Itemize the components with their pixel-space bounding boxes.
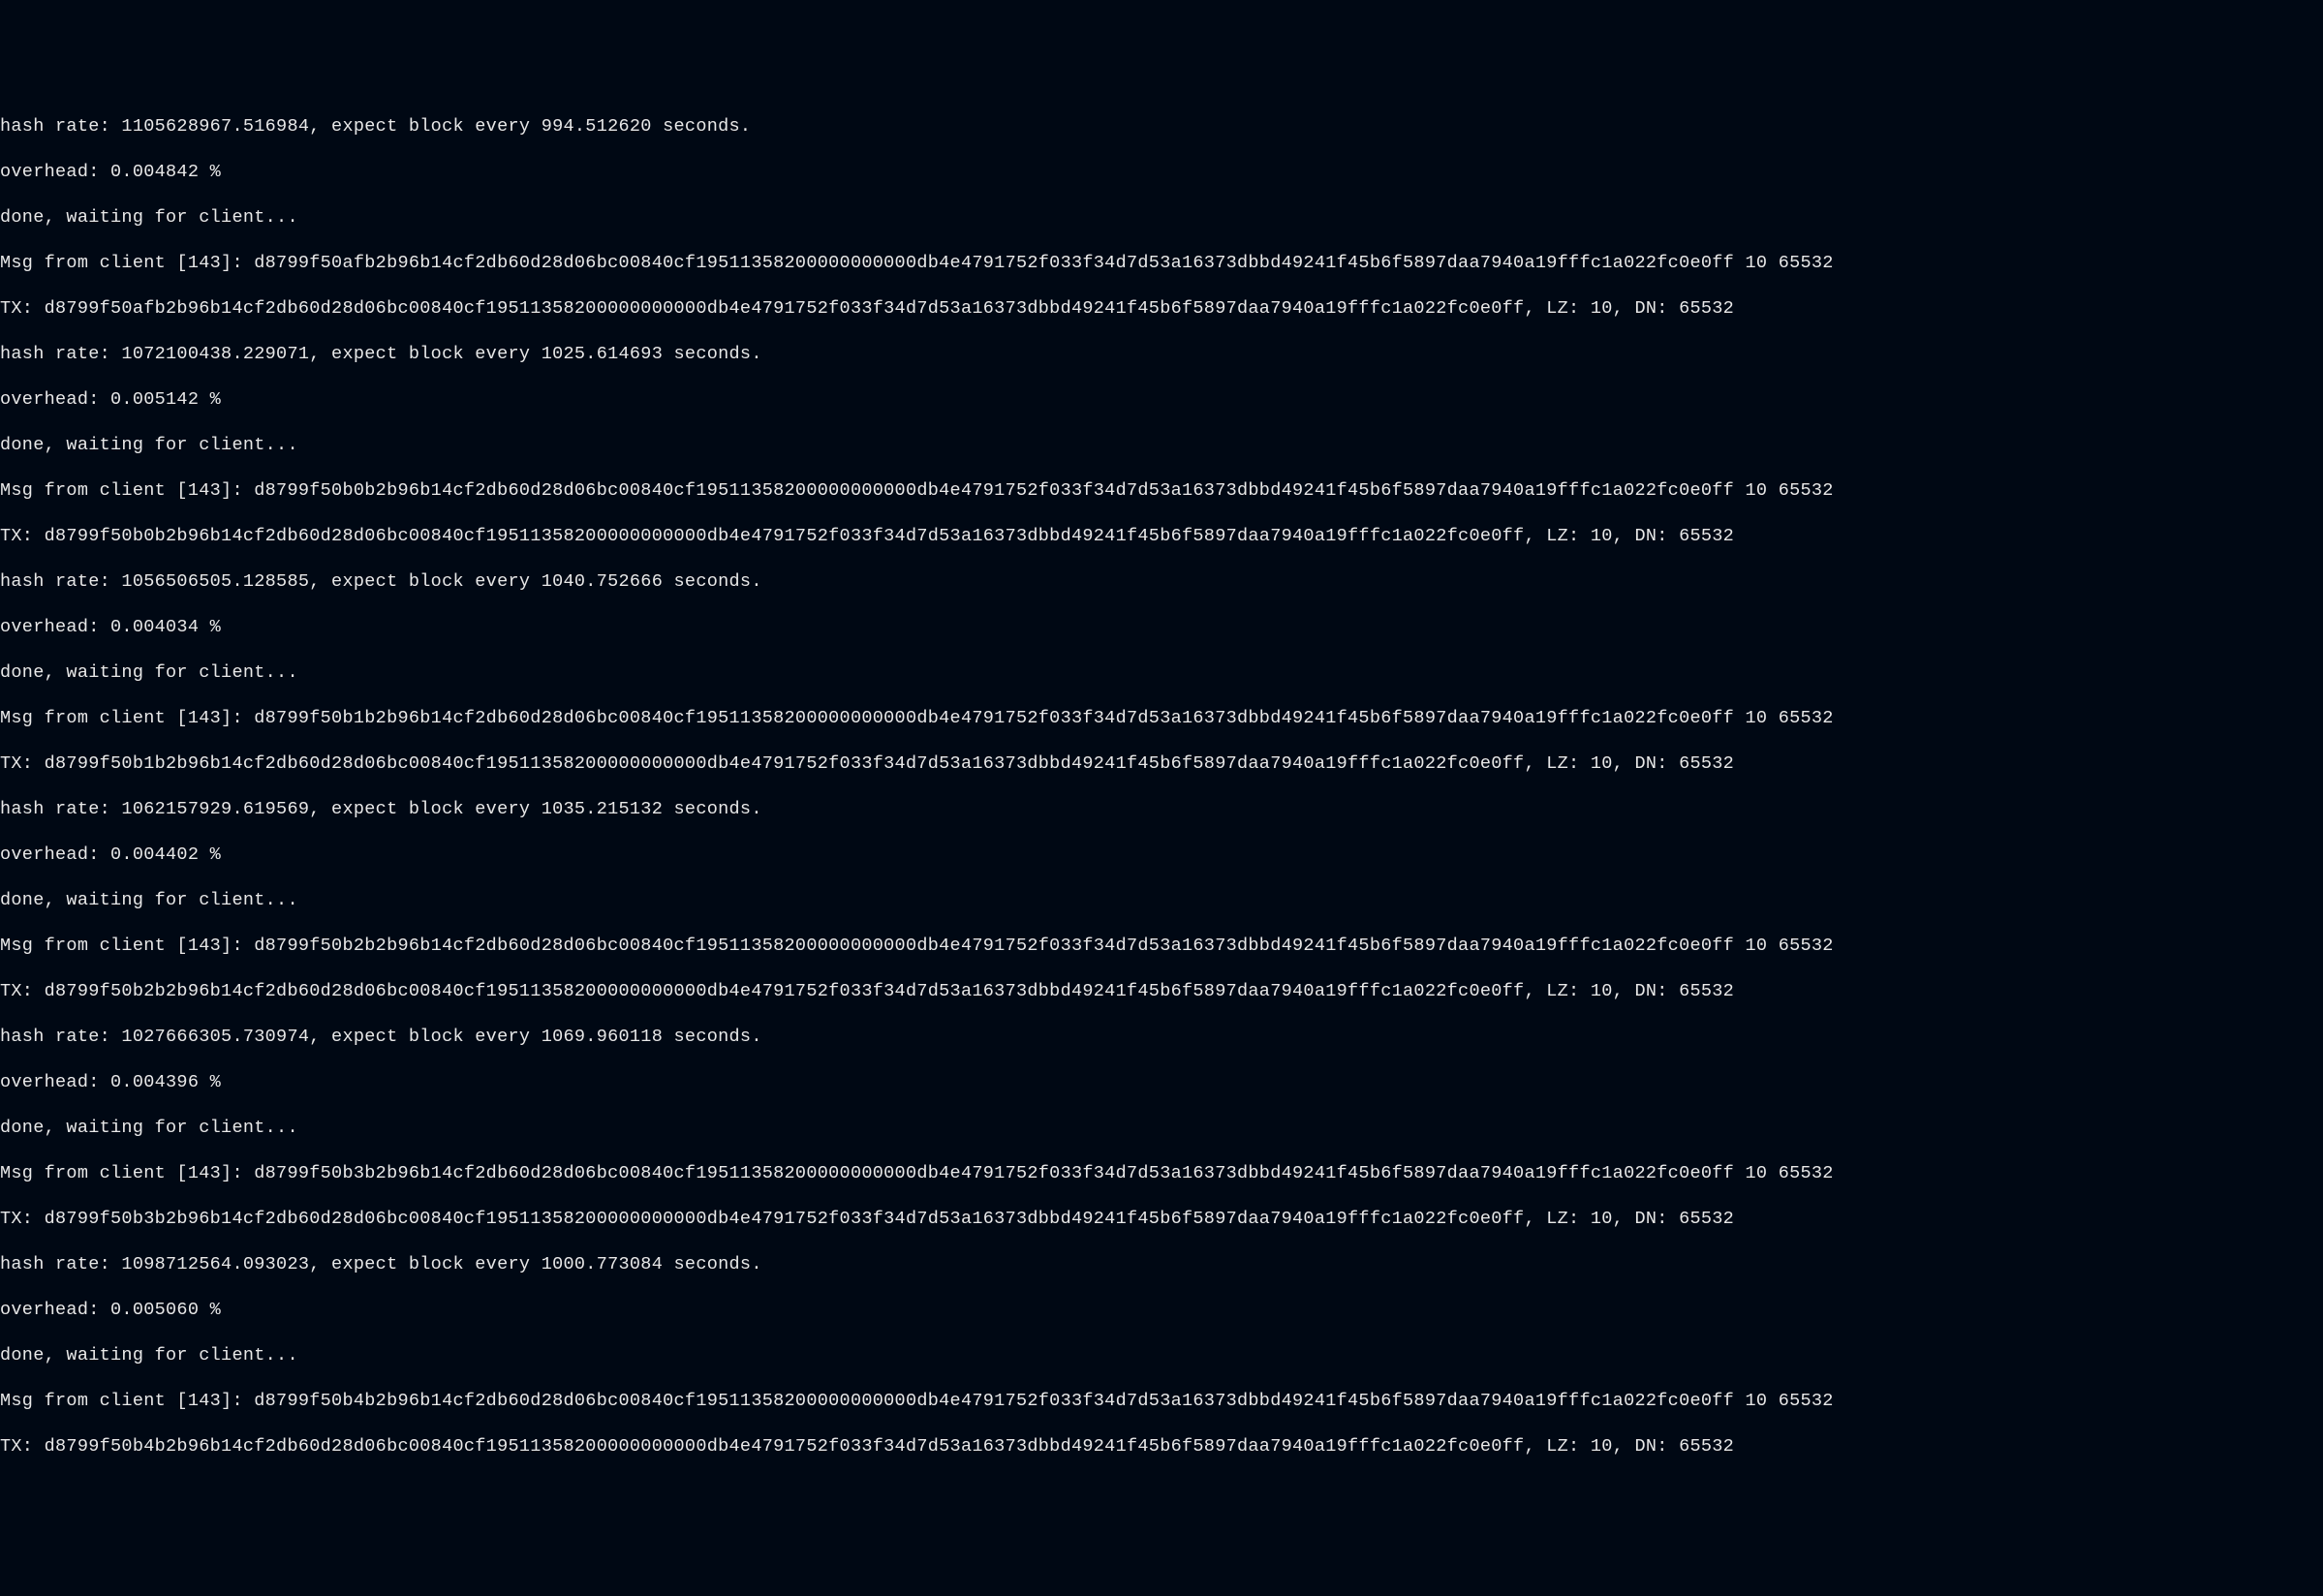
terminal-line: done, waiting for client...	[0, 206, 2323, 229]
terminal-line: TX: d8799f50b1b2b96b14cf2db60d28d06bc008…	[0, 752, 2323, 775]
terminal-line: TX: d8799f50b3b2b96b14cf2db60d28d06bc008…	[0, 1208, 2323, 1230]
terminal-line: hash rate: 1027666305.730974, expect blo…	[0, 1026, 2323, 1048]
terminal-line: hash rate: 1056506505.128585, expect blo…	[0, 570, 2323, 593]
terminal-line: Msg from client [143]: d8799f50b2b2b96b1…	[0, 935, 2323, 957]
terminal-line: done, waiting for client...	[0, 434, 2323, 456]
terminal-line: TX: d8799f50afb2b96b14cf2db60d28d06bc008…	[0, 297, 2323, 320]
terminal-output[interactable]: hash rate: 1105628967.516984, expect blo…	[0, 93, 2323, 1481]
terminal-line: done, waiting for client...	[0, 661, 2323, 684]
terminal-line: Msg from client [143]: d8799f50b0b2b96b1…	[0, 479, 2323, 502]
terminal-line: overhead: 0.004402 %	[0, 844, 2323, 866]
terminal-line: Msg from client [143]: d8799f50b3b2b96b1…	[0, 1162, 2323, 1184]
terminal-line: overhead: 0.005142 %	[0, 388, 2323, 411]
terminal-line: overhead: 0.004396 %	[0, 1071, 2323, 1093]
terminal-line: done, waiting for client...	[0, 889, 2323, 911]
terminal-line: hash rate: 1072100438.229071, expect blo…	[0, 343, 2323, 365]
terminal-line: Msg from client [143]: d8799f50b4b2b96b1…	[0, 1390, 2323, 1412]
terminal-line: TX: d8799f50b0b2b96b14cf2db60d28d06bc008…	[0, 525, 2323, 547]
terminal-line: overhead: 0.004842 %	[0, 161, 2323, 183]
terminal-line: overhead: 0.005060 %	[0, 1299, 2323, 1321]
terminal-line: hash rate: 1062157929.619569, expect blo…	[0, 798, 2323, 820]
terminal-line: TX: d8799f50b4b2b96b14cf2db60d28d06bc008…	[0, 1435, 2323, 1458]
terminal-line: overhead: 0.004034 %	[0, 616, 2323, 638]
terminal-line: Msg from client [143]: d8799f50b1b2b96b1…	[0, 707, 2323, 729]
terminal-line: Msg from client [143]: d8799f50afb2b96b1…	[0, 252, 2323, 274]
terminal-line: hash rate: 1105628967.516984, expect blo…	[0, 115, 2323, 138]
terminal-line: done, waiting for client...	[0, 1344, 2323, 1366]
terminal-line: hash rate: 1098712564.093023, expect blo…	[0, 1253, 2323, 1275]
terminal-line: done, waiting for client...	[0, 1117, 2323, 1139]
terminal-line: TX: d8799f50b2b2b96b14cf2db60d28d06bc008…	[0, 980, 2323, 1002]
